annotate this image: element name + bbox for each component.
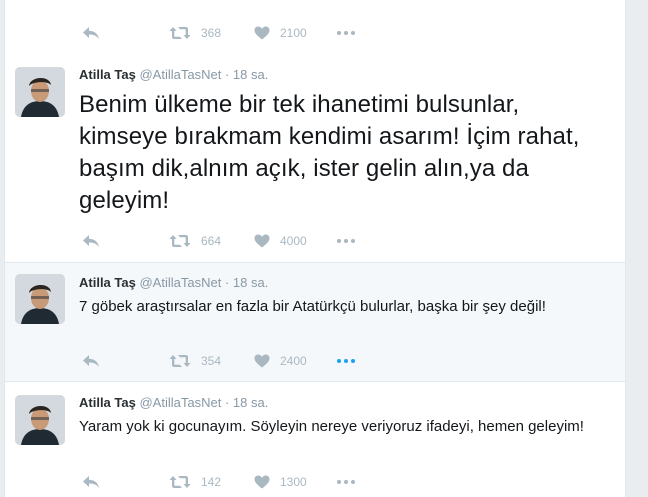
more-dots-icon: [337, 480, 355, 484]
tweet-text: Yaram yok ki gocunayım. Söyleyin nereye …: [79, 418, 584, 435]
heart-icon: [254, 354, 270, 368]
retweet-icon: [169, 26, 191, 40]
like-button[interactable]: 1300: [254, 472, 307, 492]
avatar[interactable]: [15, 274, 65, 324]
more-button[interactable]: [337, 472, 355, 492]
like-count: 1300: [280, 475, 307, 489]
tweet-timestamp[interactable]: 18 sa.: [233, 275, 268, 290]
reply-icon: [82, 26, 100, 40]
retweet-button[interactable]: 664: [169, 231, 221, 251]
reply-icon: [82, 234, 100, 248]
timeline: 368 2100 Atilla Taş @AtillaTasNet · 18 s…: [4, 0, 626, 497]
retweet-icon: [169, 354, 191, 368]
tweet-text: 7 göbek araştırsalar en fazla bir Atatür…: [79, 298, 546, 315]
more-button[interactable]: [337, 231, 355, 251]
tweet-item[interactable]: Atilla Taş @AtillaTasNet · 18 sa. Benim …: [5, 53, 625, 263]
reply-button[interactable]: [82, 23, 100, 43]
like-button[interactable]: 4000: [254, 231, 307, 251]
like-button[interactable]: 2100: [254, 23, 307, 43]
retweet-count: 664: [201, 234, 222, 248]
more-button[interactable]: [337, 23, 355, 43]
tweet-text: Benim ülkeme bir tek ihanetimi bulsunlar…: [79, 91, 580, 214]
heart-icon: [254, 26, 270, 40]
retweet-count: 354: [201, 354, 222, 368]
tweet-actions: 142 1300: [79, 472, 399, 492]
tweet-header: Atilla Taş @AtillaTasNet · 18 sa.: [79, 67, 268, 82]
like-button[interactable]: 2400: [254, 351, 307, 371]
tweet-item[interactable]: Atilla Taş @AtillaTasNet · 18 sa. Yaram …: [5, 382, 625, 497]
heart-icon: [254, 475, 270, 489]
author-username[interactable]: @AtillaTasNet: [139, 395, 221, 410]
retweet-button[interactable]: 354: [169, 351, 221, 371]
avatar[interactable]: [15, 395, 65, 445]
tweet-actions: 368 2100: [79, 23, 399, 43]
heart-icon: [254, 234, 270, 248]
header-separator: ·: [224, 275, 230, 290]
avatar[interactable]: [15, 67, 65, 117]
tweet-timestamp[interactable]: 18 sa.: [233, 395, 268, 410]
header-separator: ·: [224, 67, 230, 82]
retweet-icon: [169, 475, 191, 489]
more-dots-icon: [337, 359, 355, 363]
tweet-item[interactable]: 368 2100: [5, 0, 625, 54]
tweet-item[interactable]: Atilla Taş @AtillaTasNet · 18 sa. 7 göbe…: [5, 263, 625, 382]
reply-icon: [82, 354, 100, 368]
tweet-actions: 664 4000: [79, 231, 399, 251]
retweet-button[interactable]: 142: [169, 472, 221, 492]
author-name[interactable]: Atilla Taş: [79, 275, 136, 290]
tweet-header: Atilla Taş @AtillaTasNet · 18 sa.: [79, 395, 268, 410]
more-dots-icon: [337, 239, 355, 243]
tweet-timestamp[interactable]: 18 sa.: [233, 67, 268, 82]
tweet-actions: 354 2400: [79, 351, 399, 371]
retweet-button[interactable]: 368: [169, 23, 221, 43]
reply-button[interactable]: [82, 472, 100, 492]
more-dots-icon: [337, 31, 355, 35]
author-username[interactable]: @AtillaTasNet: [139, 67, 221, 82]
reply-button[interactable]: [82, 231, 100, 251]
like-count: 4000: [280, 234, 307, 248]
retweet-count: 368: [201, 26, 222, 40]
author-username[interactable]: @AtillaTasNet: [139, 275, 221, 290]
reply-icon: [82, 475, 100, 489]
reply-button[interactable]: [82, 351, 100, 371]
like-count: 2100: [280, 26, 307, 40]
like-count: 2400: [280, 354, 307, 368]
author-name[interactable]: Atilla Taş: [79, 395, 136, 410]
retweet-icon: [169, 234, 191, 248]
author-name[interactable]: Atilla Taş: [79, 67, 136, 82]
header-separator: ·: [224, 395, 230, 410]
retweet-count: 142: [201, 475, 222, 489]
more-button[interactable]: [337, 351, 355, 371]
tweet-header: Atilla Taş @AtillaTasNet · 18 sa.: [79, 275, 268, 290]
